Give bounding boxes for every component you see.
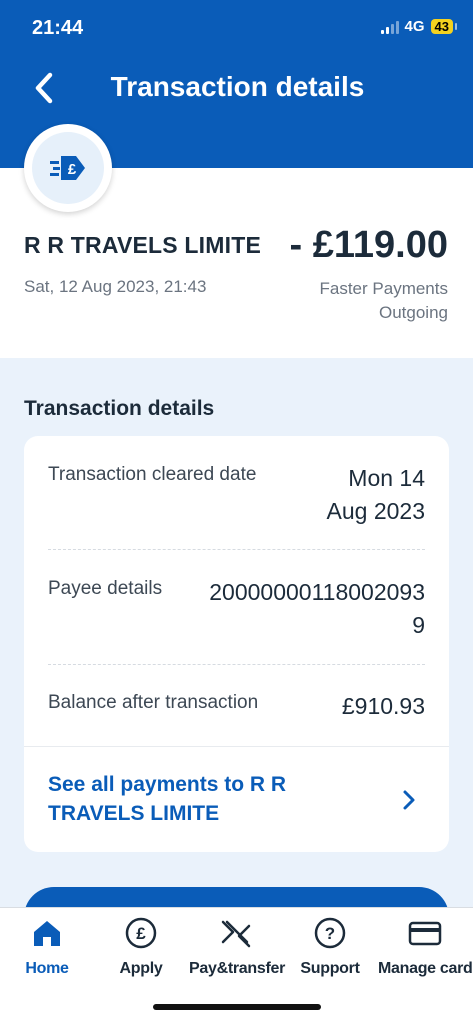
detail-label: Balance after transaction — [48, 692, 259, 713]
details-card: Transaction cleared date Mon 14 Aug 2023… — [24, 436, 449, 852]
svg-text:?: ? — [325, 924, 335, 943]
merchant-name: R R TRAVELS LIMITE — [24, 232, 262, 258]
status-bar-right: 4G 43 — [380, 18, 458, 35]
transaction-datetime: Sat, 12 Aug 2023, 21:43 — [24, 277, 207, 296]
chevron-right-icon — [403, 790, 415, 810]
status-time: 21:44 — [32, 17, 84, 39]
detail-value-line1: 20000000118002093 — [209, 579, 425, 605]
detail-value: Mon 14 Aug 2023 — [327, 462, 425, 528]
merchant-badge: £ — [24, 124, 112, 212]
detail-row-payee: Payee details 20000000118002093 9 — [48, 576, 425, 672]
tab-label: Pay&transfer — [189, 960, 286, 977]
detail-label: Transaction cleared date — [48, 464, 257, 485]
tab-manage-card[interactable]: Manage card — [378, 916, 473, 978]
tab-label: Apply — [119, 960, 163, 977]
pound-circle-icon: £ — [125, 917, 157, 949]
page-title: Transaction details — [110, 71, 365, 102]
detail-value-line2: Aug 2023 — [326, 498, 425, 524]
svg-text:£: £ — [68, 161, 77, 178]
tab-label: Manage card — [378, 960, 473, 977]
payment-type: Faster Payments Outgoing — [320, 277, 449, 325]
tab-support[interactable]: ? Support — [283, 916, 377, 978]
transaction-amount: - £119.00 — [289, 224, 448, 266]
tab-label: Home — [25, 960, 69, 977]
detail-value: £910.93 — [341, 693, 425, 719]
battery-icon: 43 — [430, 19, 458, 34]
tab-pay-transfer[interactable]: Pay&transfer — [189, 916, 286, 978]
row-divider — [48, 664, 425, 665]
signal-icon — [380, 20, 399, 34]
home-icon — [34, 921, 60, 946]
detail-value-line1: Mon 14 — [348, 465, 425, 491]
home-indicator — [153, 1004, 321, 1010]
help-icon: ? — [314, 917, 346, 949]
row-divider — [48, 549, 425, 550]
network-type: 4G — [404, 18, 425, 35]
svg-text:£: £ — [136, 924, 146, 943]
card-icon — [408, 921, 442, 946]
detail-value: 20000000118002093 9 — [209, 576, 425, 642]
payment-type-line2: Outgoing — [379, 303, 448, 322]
see-all-payments-link[interactable]: See all payments to R R TRAVELS LIMITE — [24, 746, 449, 852]
payment-type-line1: Faster Payments — [319, 279, 449, 298]
detail-value-line2: 9 — [412, 612, 425, 638]
see-all-payments-label: See all payments to R R TRAVELS LIMITE — [48, 773, 287, 825]
tab-label: Support — [300, 960, 360, 977]
faster-payment-icon: £ — [50, 156, 85, 180]
detail-label: Payee details — [48, 578, 163, 599]
tab-home[interactable]: Home — [0, 916, 94, 978]
transfer-icon — [221, 920, 251, 948]
details-section-title: Transaction details — [24, 397, 215, 420]
detail-row-cleared-date: Transaction cleared date Mon 14 Aug 2023 — [48, 462, 425, 558]
tab-apply[interactable]: £ Apply — [94, 916, 188, 978]
detail-row-balance: Balance after transaction £910.93 — [48, 690, 425, 730]
